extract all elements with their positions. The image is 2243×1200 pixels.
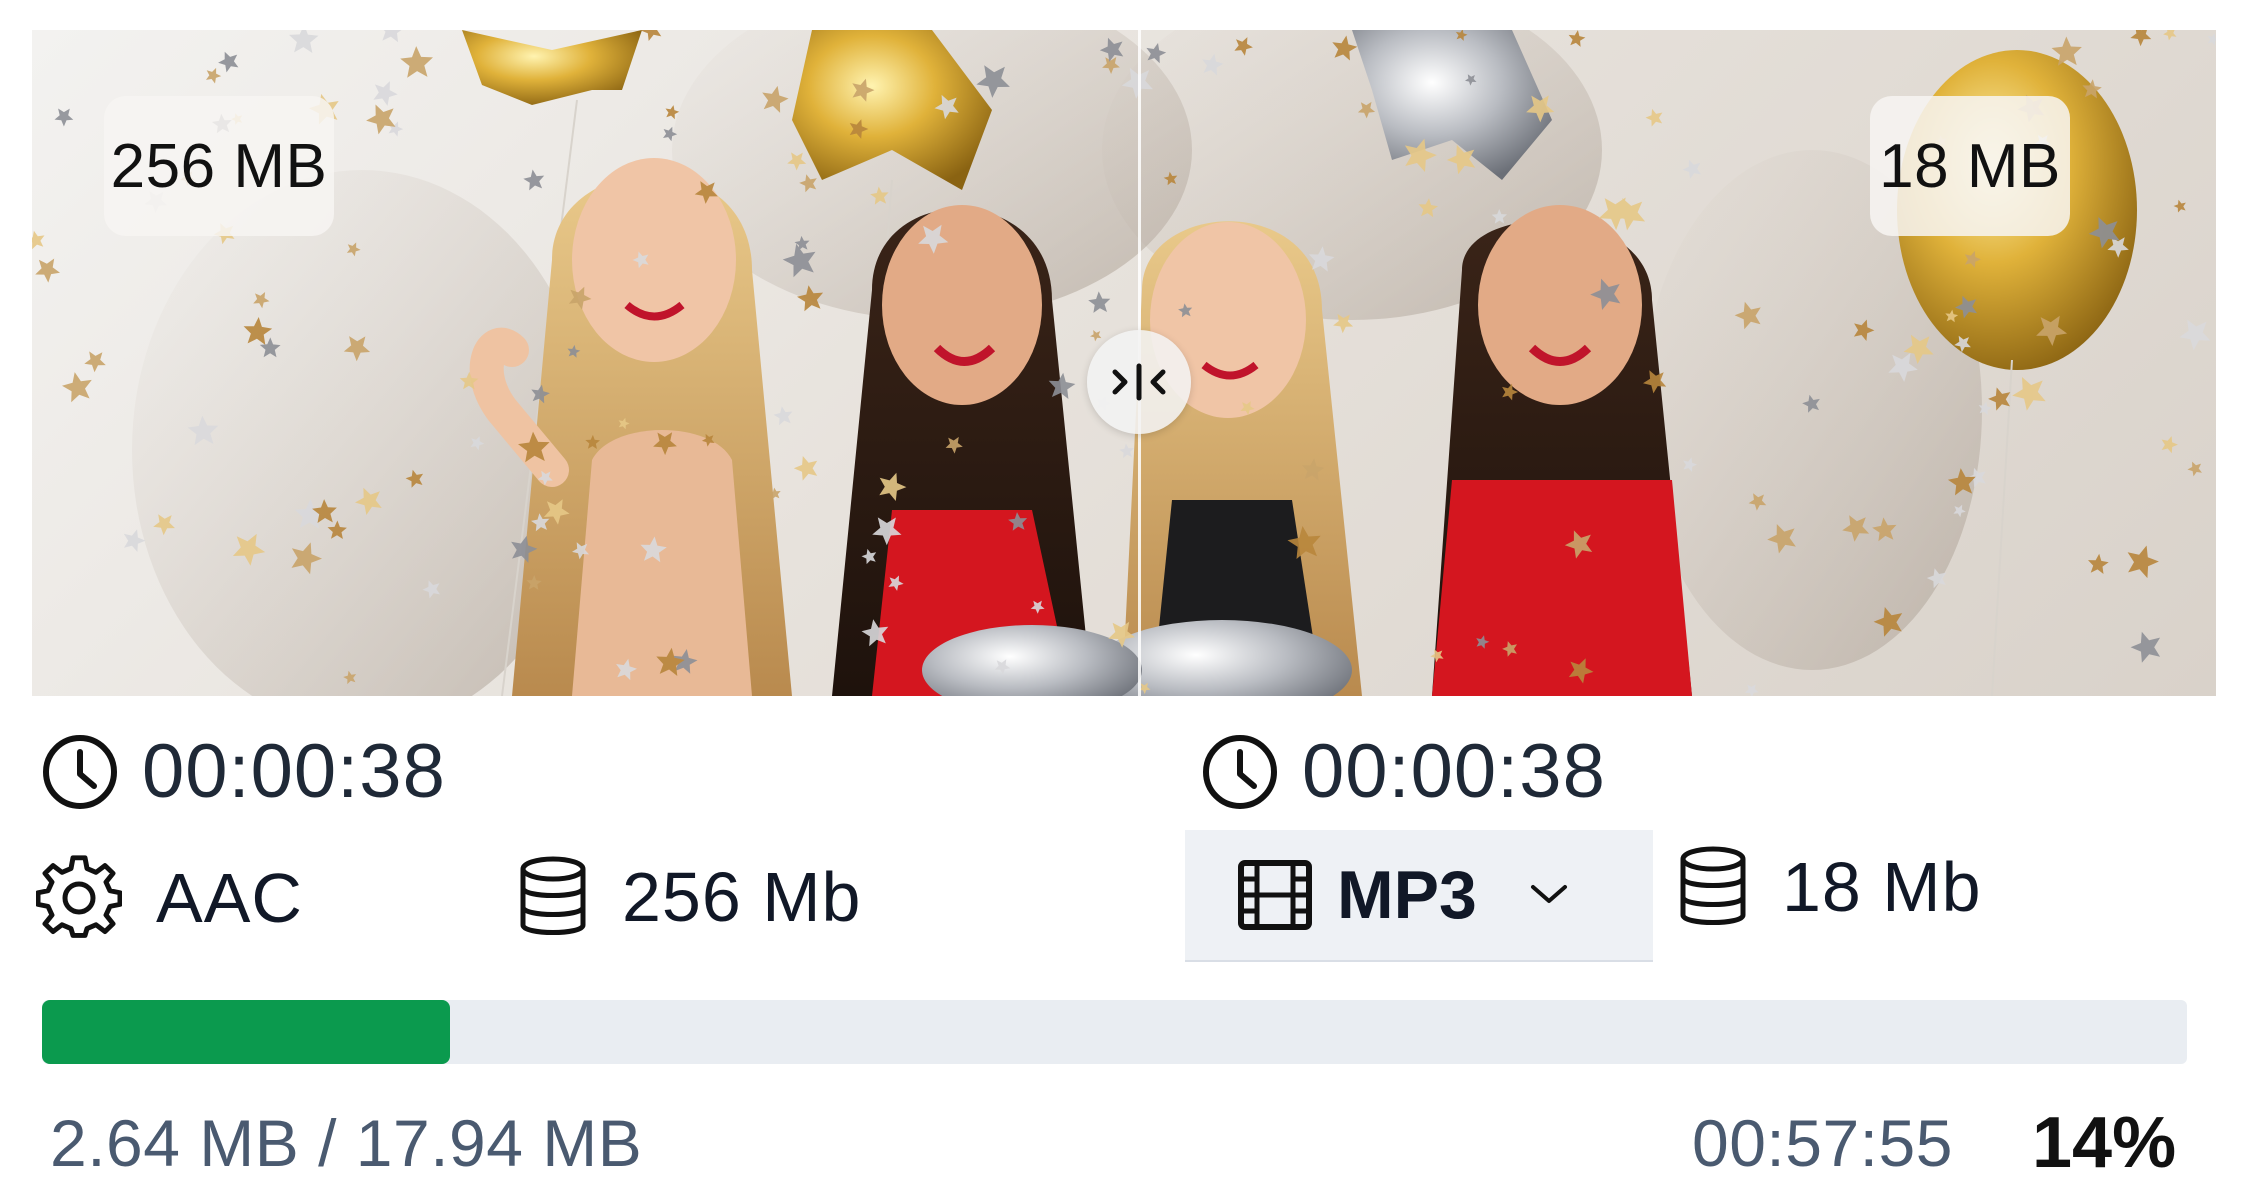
output-format-select[interactable]: MP3: [1185, 830, 1653, 962]
comparison-preview[interactable]: 256 MB 18 MB: [32, 30, 2216, 696]
clock-icon: [1203, 734, 1277, 809]
source-duration: 00:00:38: [40, 728, 446, 815]
database-icon: [520, 856, 586, 935]
progress-fill: [42, 1000, 450, 1064]
gear-icon: [36, 855, 122, 938]
compare-split-icon: [1112, 363, 1166, 401]
output-format-value: MP3: [1337, 857, 1477, 933]
film-icon: [1238, 860, 1312, 930]
output-size-value: 18 Mb: [1782, 848, 1982, 926]
output-duration: 00:00:38: [1200, 728, 1606, 815]
progress-percent: 14%: [2032, 1103, 2177, 1183]
chevron-down-icon: [1530, 885, 1567, 903]
source-duration-value: 00:00:38: [142, 729, 446, 814]
database-icon: [1680, 846, 1746, 925]
output-duration-value: 00:00:38: [1302, 729, 1606, 814]
converted-size-label: 18 MB: [1879, 131, 2061, 201]
time-remaining: 00:57:55: [1692, 1106, 1953, 1180]
conversion-progress-bar: [42, 1000, 2187, 1064]
output-size: 18 Mb: [1678, 845, 1982, 929]
compare-split-handle[interactable]: [1087, 330, 1191, 434]
original-size-label: 256 MB: [110, 131, 328, 201]
source-size-value: 256 Mb: [622, 858, 862, 936]
source-codec-value: AAC: [156, 859, 303, 937]
source-size: 256 Mb: [518, 855, 861, 939]
clock-icon: [43, 734, 117, 809]
source-codec: AAC: [36, 855, 303, 941]
original-size-badge: 256 MB: [104, 96, 334, 236]
converted-size-badge: 18 MB: [1870, 96, 2070, 236]
progress-bytes: 2.64 MB / 17.94 MB: [50, 1106, 643, 1180]
